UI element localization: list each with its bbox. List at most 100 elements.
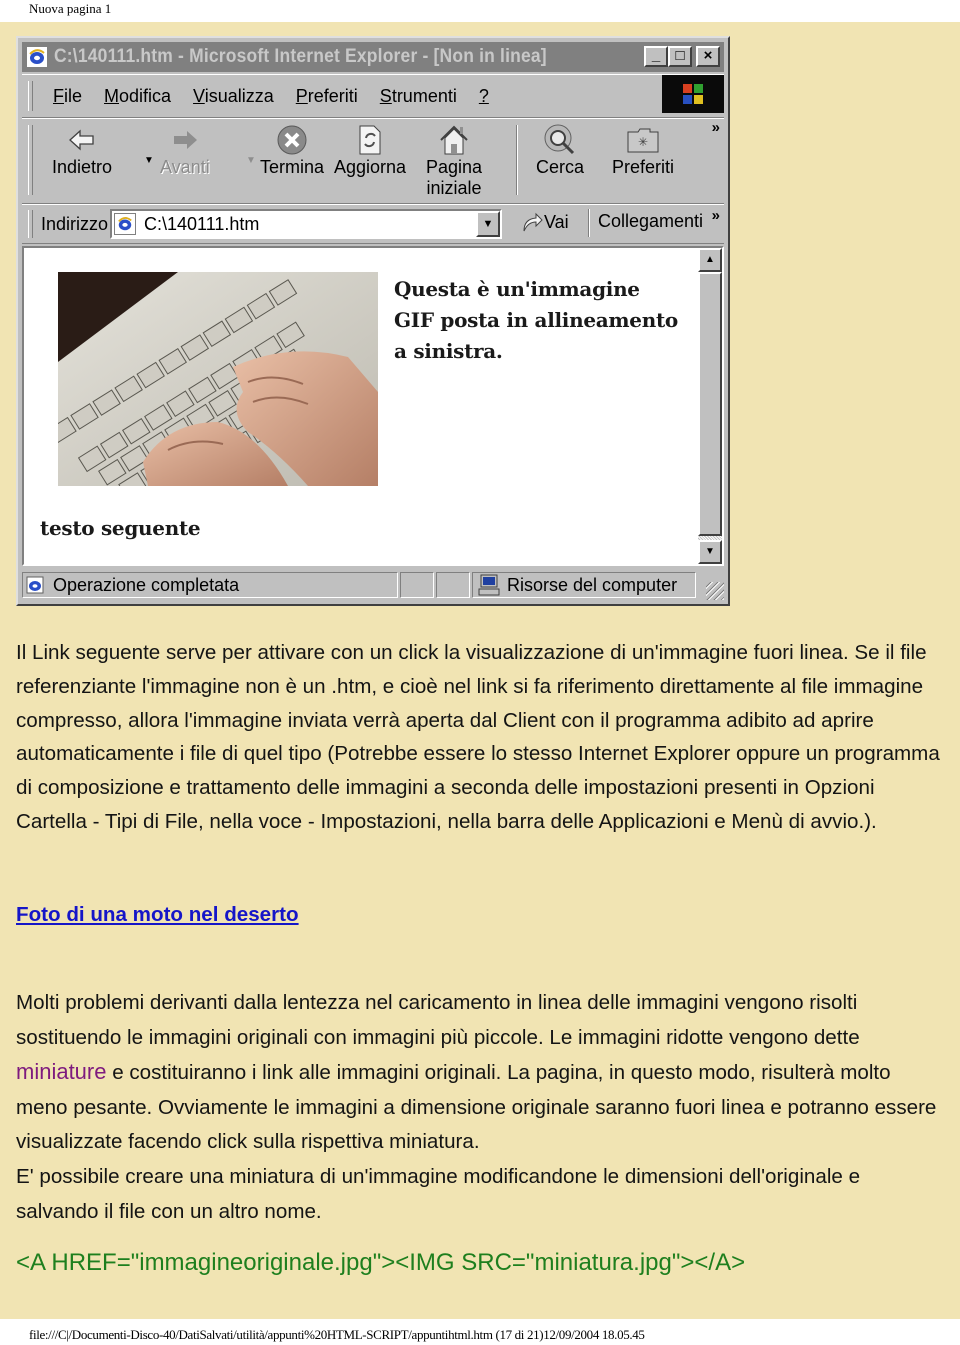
menu-file[interactable]: File <box>53 86 82 107</box>
forward-dropdown-icon[interactable]: ▼ <box>246 155 256 166</box>
menu-strumenti[interactable]: Strumenti <box>380 86 457 107</box>
access-key: F <box>53 85 64 106</box>
go-button[interactable]: Vai <box>520 211 569 233</box>
access-key: P <box>295 85 308 106</box>
home-label-line1: Pagina <box>426 157 483 177</box>
maximize-button[interactable]: □ <box>668 46 692 67</box>
toolbar-grip[interactable] <box>28 125 33 195</box>
page-icon <box>114 213 136 235</box>
page-done-icon <box>25 575 45 595</box>
toolbar-separator <box>516 125 518 195</box>
access-key: S <box>379 85 392 106</box>
html-code-example: <A HREF="immagineoriginale.jpg"><IMG SRC… <box>16 1249 746 1276</box>
image-caption: Questa è un'immagine GIF posta in alline… <box>394 274 694 367</box>
menu-file-rest: ile <box>64 85 83 106</box>
forward-label: Avanti <box>160 157 210 177</box>
links-button[interactable]: Collegamenti <box>598 211 703 232</box>
refresh-button[interactable]: Aggiorna <box>334 123 406 178</box>
print-header-title: Nuova pagina 1 <box>29 1 112 16</box>
ie-window-screenshot: C:\140111.htm - Microsoft Internet Explo… <box>16 36 730 606</box>
paragraph-thumbnails: Molti problemi derivanti dalla lentezza … <box>16 986 946 1229</box>
status-bar: Operazione completata Risorse del comput… <box>22 570 724 600</box>
computer-icon <box>477 574 501 596</box>
back-arrow-icon <box>52 123 112 157</box>
toolbar-more-chevron-icon[interactable]: » <box>712 119 720 136</box>
windows-logo-icon <box>662 75 724 113</box>
forward-button[interactable]: Avanti <box>160 123 210 178</box>
home-label-line2: iniziale <box>426 178 482 198</box>
svg-text:✳: ✳ <box>638 135 648 149</box>
favorites-button[interactable]: ✳ Preferiti <box>612 123 674 178</box>
zone-text: Risorse del computer <box>507 574 678 595</box>
menu-help-label: ? <box>478 85 489 106</box>
menu-preferiti[interactable]: Preferiti <box>296 86 358 107</box>
menu-modifica-rest: odifica <box>119 85 172 106</box>
status-text: Operazione completata <box>53 574 240 595</box>
address-bar: Indirizzo C:\140111.htm ▼ Vai Collegamen… <box>22 204 724 244</box>
paragraph-create-thumbnail: E' possibile creare una miniatura di un'… <box>16 1164 861 1223</box>
standard-toolbar: Indietro ▼ Avanti ▼ Termina Aggiorna Pag… <box>22 118 724 204</box>
home-label: Pagina iniziale <box>426 157 482 199</box>
menu-visualizza[interactable]: Visualizza <box>193 86 274 107</box>
close-button[interactable]: × <box>696 46 720 67</box>
stop-label: Termina <box>260 157 325 177</box>
paragraph-thumbnails-start: Molti problemi derivanti dalla lentezza … <box>16 991 860 1049</box>
caption-line: Questa è un'immagine <box>394 277 640 301</box>
caption-line: GIF posta in allineamento <box>394 308 678 332</box>
back-dropdown-icon[interactable]: ▼ <box>144 155 154 166</box>
address-input[interactable]: C:\140111.htm ▼ <box>110 209 502 239</box>
paragraph-thumbnails-end: e costituiranno i link alle immagini ori… <box>16 1061 937 1154</box>
following-text: testo seguente <box>40 516 201 540</box>
back-button[interactable]: Indietro <box>52 123 112 178</box>
menu-visualizza-rest: isualizza <box>204 85 274 106</box>
paragraph-offline-link: Il Link seguente serve per attivare con … <box>16 641 940 833</box>
ie-logo-icon <box>26 46 48 68</box>
minimize-button[interactable]: _ <box>644 46 668 67</box>
go-label: Vai <box>544 211 569 232</box>
window-title: C:\140111.htm - Microsoft Internet Explo… <box>54 46 547 67</box>
access-key: V <box>193 85 205 106</box>
menu-strumenti-rest: trumenti <box>391 85 457 106</box>
miniature-link[interactable]: miniature <box>16 1059 106 1084</box>
address-dropdown-icon[interactable]: ▼ <box>476 211 500 237</box>
search-button[interactable]: Cerca <box>536 123 584 178</box>
forward-arrow-icon <box>160 123 210 157</box>
title-bar: C:\140111.htm - Microsoft Internet Explo… <box>22 42 724 72</box>
addressbar-grip[interactable] <box>28 210 33 238</box>
favorites-label: Preferiti <box>612 157 675 177</box>
menu-preferiti-rest: referiti <box>307 85 358 106</box>
scroll-down-icon[interactable]: ▼ <box>698 540 722 564</box>
access-key: M <box>104 85 120 106</box>
stop-icon <box>260 123 324 157</box>
stop-button[interactable]: Termina <box>260 123 324 178</box>
back-label: Indietro <box>52 157 113 177</box>
keyboard-photo <box>58 272 378 486</box>
print-footer-path: file:///C|/Documenti-Disco-40/DatiSalvat… <box>29 1327 645 1342</box>
refresh-icon <box>334 123 406 157</box>
status-panel-empty <box>400 572 434 598</box>
caption-line: a sinistra. <box>394 339 503 363</box>
search-icon <box>536 123 584 157</box>
menu-help[interactable]: ? <box>479 86 489 107</box>
browser-viewport: Questa è un'immagine GIF posta in alline… <box>22 246 724 566</box>
links-more-chevron-icon[interactable]: » <box>712 207 720 224</box>
home-icon <box>426 123 482 157</box>
foto-moto-link[interactable]: Foto di una moto nel deserto <box>16 898 299 932</box>
scroll-up-icon[interactable]: ▲ <box>698 248 722 272</box>
go-arrow-icon <box>523 212 543 232</box>
menu-modifica[interactable]: Modifica <box>104 86 171 107</box>
address-label: Indirizzo <box>41 213 109 234</box>
scroll-thumb[interactable] <box>698 272 722 536</box>
menubar-grip[interactable] <box>28 81 33 111</box>
refresh-label: Aggiorna <box>334 157 407 177</box>
favorites-folder-icon: ✳ <box>612 123 674 157</box>
home-button[interactable]: Pagina iniziale <box>426 123 482 199</box>
search-label: Cerca <box>536 157 585 177</box>
address-value: C:\140111.htm <box>144 213 260 234</box>
menu-bar: File Modifica Visualizza Preferiti Strum… <box>22 74 724 118</box>
vertical-scrollbar[interactable]: ▲ ▼ <box>698 248 722 564</box>
status-panel-empty <box>436 572 470 598</box>
links-separator <box>588 209 590 237</box>
status-panel-zone: Risorse del computer <box>472 572 696 598</box>
resize-grip[interactable] <box>706 582 724 600</box>
